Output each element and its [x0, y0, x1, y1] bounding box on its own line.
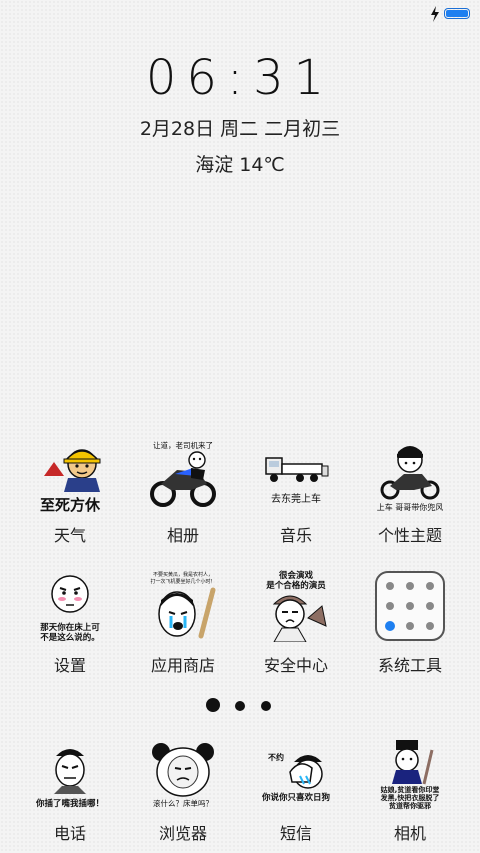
app-store[interactable]: 不要买黄瓜，我是农村人， 打一次飞机要坐好几个小时！ 应用商店 [133, 570, 233, 680]
lock-date: 2月28日 周二 二月初三 [139, 118, 341, 140]
app-label: 音乐 [279, 526, 312, 545]
caption-text: 打一次飞机要坐好几个小时！ [150, 578, 215, 585]
status-bar [0, 0, 480, 28]
app-label: 天气 [53, 526, 86, 545]
caption-text: 不要买黄瓜，我是农村人， [153, 571, 213, 578]
app-weather[interactable]: 至死方休 天气 [20, 440, 120, 550]
caption-text: 那天你在床上可 [40, 622, 100, 633]
app-label: 相机 [393, 824, 426, 843]
caption-text: 是个合格的演员 [265, 580, 326, 591]
caption-text: 发黑,快把衣服脱了 [380, 793, 440, 802]
phone-meme-icon: 你插了嘴我插哪！ [35, 749, 104, 809]
facepalm-meme-icon: 不约 你说你只喜欢日狗 [261, 752, 331, 803]
bowlcut-motorbike-meme-icon: 上车 哥哥带你兜风 [377, 446, 444, 512]
app-label: 浏览器 [158, 824, 207, 843]
charging-bolt-icon [431, 6, 439, 22]
motorbike-meme-icon: 让道，老司机来了 [150, 440, 216, 507]
app-security[interactable]: 很会演戏 是个合格的演员 安全中心 [246, 570, 346, 680]
hardhat-meme-icon: 至死方休 [40, 449, 101, 512]
battery-icon [444, 8, 470, 19]
app-label: 系统工具 [377, 656, 442, 675]
crying-villager-meme-icon: 不要买黄瓜，我是农村人， 打一次飞机要坐好几个小时！ [150, 571, 216, 639]
app-settings[interactable]: 那天你在床上可 不是这么说的。 设置 [20, 570, 120, 680]
page-dot[interactable] [261, 701, 271, 711]
app-tools-folder[interactable]: 系统工具 [360, 570, 460, 680]
tools-folder-icon [375, 571, 445, 641]
panda-meme-icon: 滚什么？床单吗？ [152, 743, 214, 808]
caption-text: 贫道帮你驱邪 [389, 801, 431, 810]
home-row-2: 那天你在床上可 不是这么说的。 设置 不要买黄瓜，我是农村人， 打一次飞机要坐好… [0, 570, 480, 680]
app-music[interactable]: 去东莞上车 音乐 [246, 440, 346, 550]
actor-meme-icon: 很会演戏 是个合格的演员 [265, 570, 327, 642]
caption-text: 滚什么？床单吗？ [153, 798, 213, 808]
app-label: 个性主题 [377, 526, 442, 545]
caption-text: 去东莞上车 [271, 492, 321, 505]
caption-text: 你说你只喜欢日狗 [261, 792, 331, 803]
dock: 你插了嘴我插哪！ 电话 滚什么？床单吗？ 浏览器 不约 你说你只喜欢日狗 短信 [0, 738, 480, 848]
app-label: 应用商店 [150, 656, 215, 675]
truck-meme-icon: 去东莞上车 [265, 457, 329, 505]
app-label: 短信 [279, 824, 312, 843]
app-gallery[interactable]: 让道，老司机来了 相册 [133, 440, 233, 550]
page-dot-current[interactable] [206, 698, 220, 712]
app-themes[interactable]: 上车 哥哥带你兜风 个性主题 [360, 440, 460, 550]
caption-text: 至死方休 [40, 496, 101, 512]
battery-level [446, 10, 468, 17]
app-camera[interactable]: 姑娘,贫道看你印堂 发黑,快把衣服脱了 贫道帮你驱邪 相机 [360, 738, 460, 848]
app-label: 相册 [166, 526, 199, 545]
page-indicator[interactable] [0, 698, 480, 714]
app-label: 安全中心 [263, 656, 328, 675]
officer-meme-icon: 姑娘,贫道看你印堂 发黑,快把衣服脱了 贫道帮你驱邪 [380, 740, 440, 810]
caption-text: 不是这么说的。 [40, 632, 100, 642]
caption-text: 很会演戏 [278, 570, 314, 581]
home-row-1: 至死方休 天气 让道，老司机来了 相册 去东莞上车 音乐 上车 哥哥带你兜风 个… [0, 440, 480, 550]
blush-face-meme-icon: 那天你在床上可 不是这么说的。 [40, 575, 100, 642]
app-browser[interactable]: 滚什么？床单吗？ 浏览器 [133, 738, 233, 848]
app-label: 设置 [53, 656, 86, 675]
caption-text: 不约 [268, 752, 284, 762]
page-dot[interactable] [235, 701, 245, 711]
caption-text: 姑娘,贫道看你印堂 [381, 785, 440, 794]
caption-text: 你插了嘴我插哪！ [35, 798, 104, 809]
app-label: 电话 [53, 824, 86, 843]
caption-text: 让道，老司机来了 [153, 440, 213, 450]
app-messages[interactable]: 不约 你说你只喜欢日狗 短信 [246, 738, 346, 848]
app-phone[interactable]: 你插了嘴我插哪！ 电话 [20, 738, 120, 848]
caption-text: 上车 哥哥带你兜风 [377, 502, 444, 512]
lock-clock[interactable]: 06:31 [0, 50, 480, 106]
weather-widget[interactable]: 海淀 14℃ [0, 150, 480, 177]
